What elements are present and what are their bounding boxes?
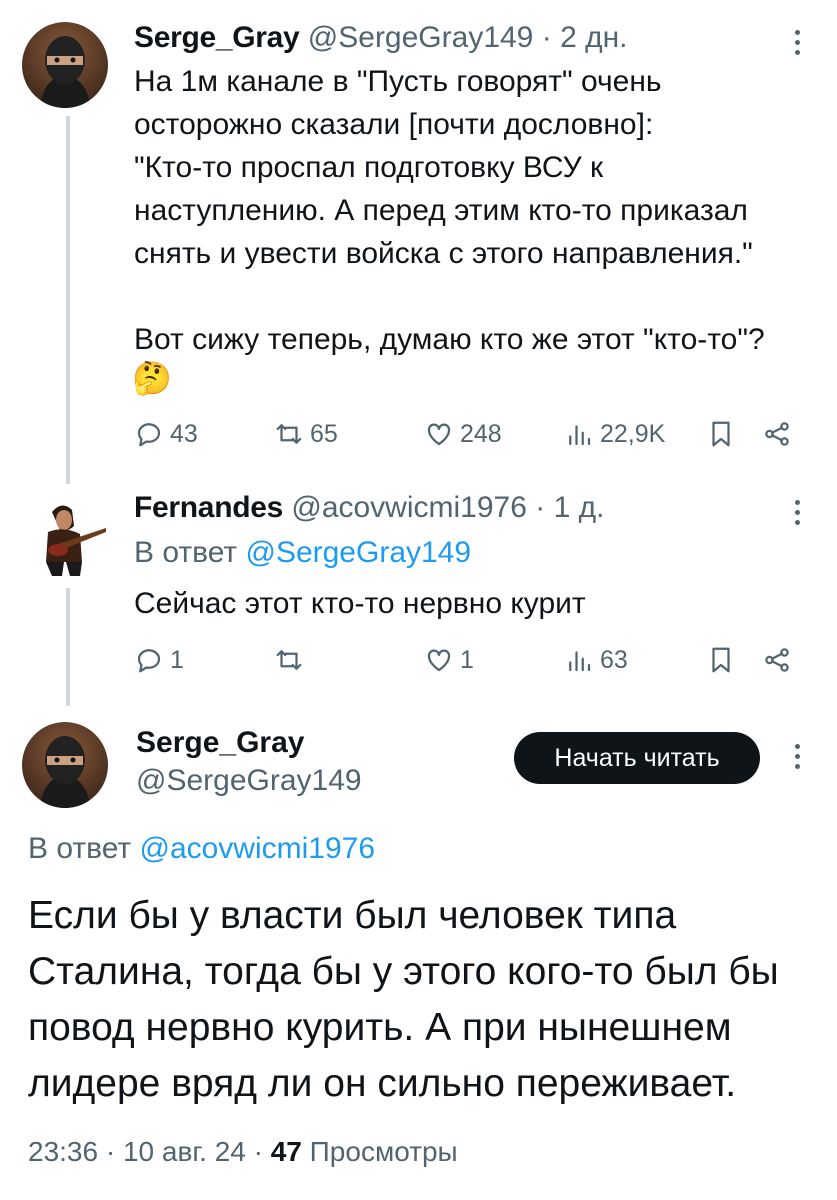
more-icon[interactable] [793, 744, 801, 774]
retweet-button[interactable]: 65 [274, 414, 338, 454]
retweet-button[interactable] [274, 640, 310, 680]
tweet-header: Fernandes @acovwicmi1976 · 1 д. [134, 490, 604, 526]
views-count: 63 [600, 645, 628, 674]
reply-count: 43 [170, 419, 198, 448]
retweet-icon [276, 424, 302, 444]
views-button[interactable]: 63 [564, 640, 628, 680]
retweet-count: 65 [310, 419, 338, 448]
author-name[interactable]: Serge_Gray [134, 21, 300, 54]
timestamp[interactable]: 2 дн. [560, 21, 627, 54]
like-button[interactable]: 248 [424, 414, 502, 454]
more-icon[interactable] [793, 30, 801, 60]
reply-mention-link[interactable]: @SergeGray149 [245, 536, 471, 569]
share-button[interactable] [762, 414, 792, 454]
separator: · [535, 491, 546, 524]
author-name[interactable]: Serge_Gray [136, 726, 304, 760]
tweet-header: Serge_Gray @SergeGray149 · 2 дн. [134, 20, 628, 56]
tweet-text: Сейчас этот кто-то нервно курит [134, 587, 586, 620]
thinking-emoji: 🤔 [132, 360, 172, 396]
bookmark-button[interactable] [706, 414, 736, 454]
tweet-meta: 23:36 · 10 авг. 24 · 47 Просмотры [28, 1136, 458, 1168]
like-icon [427, 423, 451, 446]
reply-button[interactable]: 1 [134, 640, 184, 680]
share-icon [765, 648, 789, 672]
bookmark-icon [712, 421, 730, 447]
avatar[interactable] [22, 722, 108, 808]
bookmark-button[interactable] [706, 640, 736, 680]
like-count: 248 [460, 419, 502, 448]
views-label: Просмотры [309, 1136, 458, 1167]
retweet-icon [276, 650, 302, 670]
reply-prefix: В ответ [28, 832, 132, 865]
tweet-text: Если бы у власти был человек типа Сталин… [28, 894, 779, 1105]
thread-line [66, 588, 70, 706]
follow-button[interactable]: Начать читать [514, 732, 760, 784]
reply-icon [137, 649, 161, 673]
action-bar: 43 65 248 22,9K [134, 414, 804, 454]
share-icon [765, 422, 789, 446]
like-icon [427, 649, 451, 672]
avatar[interactable] [22, 22, 108, 108]
views-count: 47 [270, 1136, 302, 1167]
author-handle[interactable]: @SergeGray149 [136, 764, 362, 798]
like-count: 1 [460, 645, 474, 674]
bookmark-icon [712, 647, 730, 673]
separator: · [105, 1136, 116, 1167]
tweet-text: На 1м канале в "Пусть говорят" очень ост… [134, 65, 765, 356]
reply-mention-link[interactable]: @acovwicmi1976 [139, 832, 375, 865]
views-button[interactable]: 22,9K [564, 414, 665, 454]
reply-to-line: В ответ @SergeGray149 [134, 536, 471, 570]
author-name[interactable]: Fernandes [134, 491, 283, 524]
reply-count: 1 [170, 645, 184, 674]
share-button[interactable] [762, 640, 792, 680]
post-date[interactable]: 10 авг. 24 [123, 1136, 246, 1167]
author-handle[interactable]: @acovwicmi1976 [291, 491, 527, 524]
post-time[interactable]: 23:36 [28, 1136, 98, 1167]
author-handle[interactable]: @SergeGray149 [308, 21, 534, 54]
separator: · [541, 21, 552, 54]
views-icon [569, 425, 591, 446]
views-icon [569, 651, 591, 672]
reply-prefix: В ответ [134, 536, 238, 569]
separator: · [253, 1136, 263, 1167]
action-bar: 1 1 63 [134, 640, 804, 680]
timestamp[interactable]: 1 д. [554, 491, 605, 524]
views-count: 22,9K [600, 419, 666, 448]
reply-button[interactable]: 43 [134, 414, 198, 454]
reply-to-line: В ответ @acovwicmi1976 [28, 832, 375, 866]
more-icon[interactable] [793, 500, 801, 530]
thread-line [66, 116, 70, 484]
reply-icon [137, 423, 161, 447]
avatar[interactable] [22, 492, 108, 578]
like-button[interactable]: 1 [424, 640, 474, 680]
